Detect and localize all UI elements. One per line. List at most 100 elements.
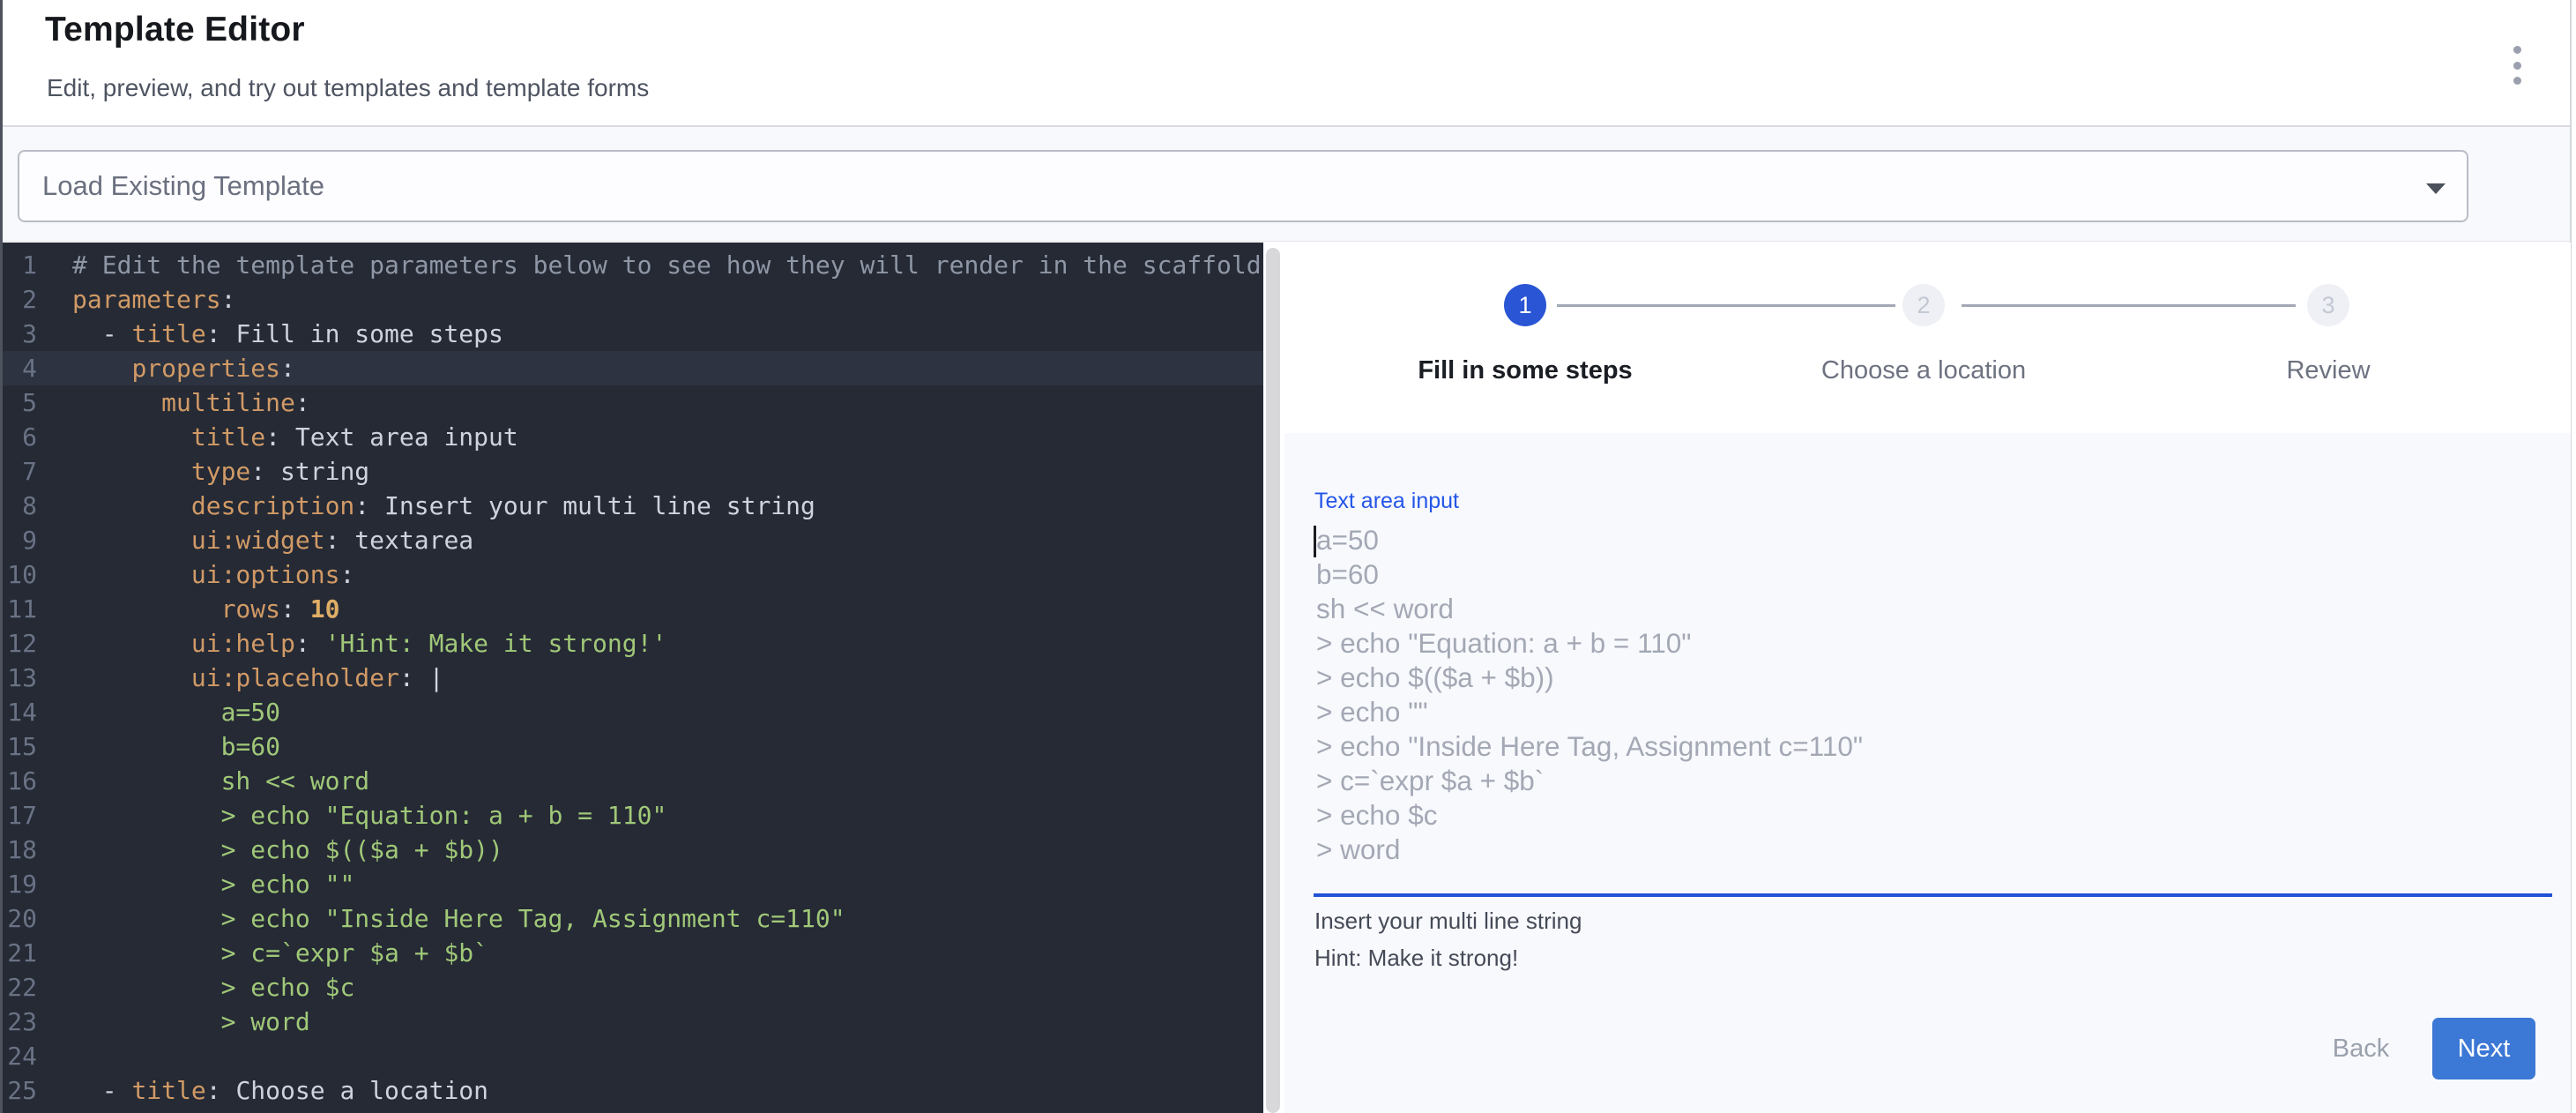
yaml-code-editor[interactable]: 1 # Edit the template parameters below to… bbox=[0, 243, 1263, 1113]
line-number: 18 bbox=[0, 833, 37, 867]
code-text: > echo "" bbox=[72, 867, 354, 901]
code-text: > word bbox=[72, 1005, 310, 1039]
code-text: title: Text area input bbox=[72, 420, 518, 454]
editor-line[interactable]: 9 ui:widget: textarea bbox=[0, 523, 1263, 557]
more-options-icon[interactable] bbox=[2508, 46, 2526, 85]
line-number: 10 bbox=[0, 557, 37, 592]
form-step-panel: Text area input a=50b=60sh << word> echo… bbox=[1284, 433, 2571, 1113]
textarea-placeholder-line: > c=`expr $a + $b` bbox=[1314, 764, 2552, 798]
code-text: parameters: bbox=[72, 282, 235, 317]
editor-line[interactable]: 6 title: Text area input bbox=[0, 420, 1263, 454]
line-number: 20 bbox=[0, 901, 37, 936]
code-text: > echo "Equation: a + b = 110" bbox=[72, 798, 666, 833]
next-button[interactable]: Next bbox=[2432, 1018, 2535, 1079]
field-help-text: Hint: Make it strong! bbox=[1314, 945, 1518, 972]
load-template-placeholder: Load Existing Template bbox=[42, 152, 324, 220]
field-description: Insert your multi line string bbox=[1314, 908, 1582, 935]
code-text: multiline: bbox=[72, 385, 310, 420]
line-number: 16 bbox=[0, 764, 37, 798]
multiline-textarea-input[interactable]: a=50b=60sh << word> echo "Equation: a + … bbox=[1314, 523, 2552, 876]
editor-line[interactable]: 13 ui:placeholder: | bbox=[0, 661, 1263, 695]
editor-line[interactable]: 10 ui:options: bbox=[0, 557, 1263, 592]
step-label-review: Review bbox=[2134, 356, 2522, 385]
window-left-edge bbox=[0, 0, 3, 1113]
editor-line[interactable]: 25 - title: Choose a location bbox=[0, 1073, 1263, 1108]
chevron-down-icon[interactable] bbox=[2426, 183, 2446, 194]
line-number: 15 bbox=[0, 729, 37, 764]
editor-line[interactable]: 11 rows: 10 bbox=[0, 592, 1263, 626]
line-number: 12 bbox=[0, 626, 37, 661]
editor-line[interactable]: 23 > word bbox=[0, 1005, 1263, 1039]
editor-line[interactable]: 19 > echo "" bbox=[0, 867, 1263, 901]
wizard-stepper: 1 2 3 Fill in some steps Choose a locati… bbox=[1284, 243, 2571, 433]
line-number: 17 bbox=[0, 798, 37, 833]
code-text: b=60 bbox=[72, 729, 280, 764]
textarea-placeholder-line: > echo "Inside Here Tag, Assignment c=11… bbox=[1314, 729, 2552, 764]
editor-line[interactable]: 24 bbox=[0, 1039, 1263, 1073]
template-editor-app: Template Editor Edit, preview, and try o… bbox=[0, 0, 2572, 1113]
line-number: 7 bbox=[0, 454, 37, 489]
main-split: 1 # Edit the template parameters below to… bbox=[0, 243, 2570, 1113]
code-text: ui:options: bbox=[72, 557, 354, 592]
text-cursor bbox=[1314, 526, 1316, 557]
editor-line[interactable]: 1 # Edit the template parameters below to… bbox=[0, 248, 1263, 282]
code-text: > c=`expr $a + $b` bbox=[72, 936, 488, 970]
code-text: properties: bbox=[72, 351, 295, 385]
step-circle-1: 1 bbox=[1504, 284, 1546, 326]
load-template-section: Load Existing Template bbox=[0, 127, 2570, 242]
editor-line[interactable]: 17 > echo "Equation: a + b = 110" bbox=[0, 798, 1263, 833]
editor-line[interactable]: 5 multiline: bbox=[0, 385, 1263, 420]
editor-line[interactable]: 20 > echo "Inside Here Tag, Assignment c… bbox=[0, 901, 1263, 936]
line-number: 2 bbox=[0, 282, 37, 317]
line-number: 6 bbox=[0, 420, 37, 454]
code-text: a=50 bbox=[72, 695, 280, 729]
textarea-placeholder-line: sh << word bbox=[1314, 592, 2552, 626]
editor-line[interactable]: 8 description: Insert your multi line st… bbox=[0, 489, 1263, 523]
textarea-focus-underline bbox=[1314, 893, 2552, 897]
code-text: ui:placeholder: | bbox=[72, 661, 443, 695]
line-number: 14 bbox=[0, 695, 37, 729]
editor-line[interactable]: 2 parameters: bbox=[0, 282, 1263, 317]
wizard-buttons: Back Next bbox=[2312, 1018, 2535, 1079]
line-number: 1 bbox=[0, 248, 37, 282]
editor-line[interactable]: 22 > echo $c bbox=[0, 970, 1263, 1005]
editor-scrollbar-track bbox=[1263, 243, 1284, 1113]
line-number: 13 bbox=[0, 661, 37, 695]
header: Template Editor Edit, preview, and try o… bbox=[0, 0, 2570, 127]
load-template-select[interactable]: Load Existing Template bbox=[18, 150, 2468, 222]
code-text: - title: Fill in some steps bbox=[72, 317, 503, 351]
editor-line[interactable]: 16 sh << word bbox=[0, 764, 1263, 798]
editor-line[interactable]: 14 a=50 bbox=[0, 695, 1263, 729]
editor-scrollbar-thumb[interactable] bbox=[1266, 248, 1280, 1113]
code-text: rows: 10 bbox=[72, 592, 339, 626]
editor-line[interactable]: 18 > echo $(($a + $b)) bbox=[0, 833, 1263, 867]
textarea-placeholder-line: a=50 bbox=[1314, 523, 2552, 557]
editor-line[interactable]: 21 > c=`expr $a + $b` bbox=[0, 936, 1263, 970]
line-number: 3 bbox=[0, 317, 37, 351]
line-number: 22 bbox=[0, 970, 37, 1005]
step-circle-2: 2 bbox=[1902, 284, 1945, 326]
textarea-placeholder-line: > echo "" bbox=[1314, 695, 2552, 729]
line-number: 19 bbox=[0, 867, 37, 901]
textarea-placeholder-line: > echo $(($a + $b)) bbox=[1314, 661, 2552, 695]
editor-line[interactable]: 15 b=60 bbox=[0, 729, 1263, 764]
step-connector bbox=[1557, 304, 1895, 307]
code-text: ui:widget: textarea bbox=[72, 523, 473, 557]
line-number: 9 bbox=[0, 523, 37, 557]
line-number: 4 bbox=[0, 351, 37, 385]
back-button[interactable]: Back bbox=[2312, 1018, 2410, 1079]
code-text: # Edit the template parameters below to … bbox=[72, 248, 1262, 282]
line-number: 5 bbox=[0, 385, 37, 420]
editor-line[interactable]: 12 ui:help: 'Hint: Make it strong!' bbox=[0, 626, 1263, 661]
code-text: ui:help: 'Hint: Make it strong!' bbox=[72, 626, 666, 661]
textarea-placeholder-line: > echo "Equation: a + b = 110" bbox=[1314, 626, 2552, 661]
textarea-placeholder-line: b=60 bbox=[1314, 557, 2552, 592]
textarea-placeholder-line: > word bbox=[1314, 833, 2552, 867]
line-number: 24 bbox=[0, 1039, 37, 1073]
code-text: > echo $c bbox=[72, 970, 354, 1005]
line-number: 25 bbox=[0, 1073, 37, 1108]
editor-line[interactable]: 4 properties: bbox=[0, 351, 1263, 385]
editor-line[interactable]: 7 type: string bbox=[0, 454, 1263, 489]
editor-line[interactable]: 3 - title: Fill in some steps bbox=[0, 317, 1263, 351]
code-text: type: string bbox=[72, 454, 369, 489]
